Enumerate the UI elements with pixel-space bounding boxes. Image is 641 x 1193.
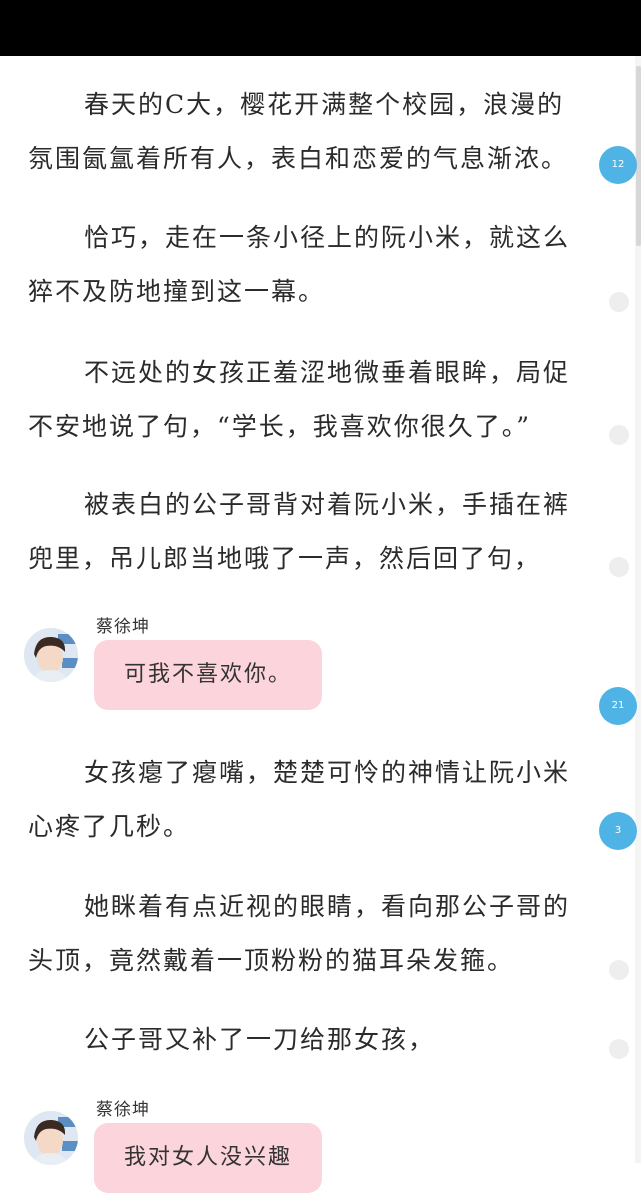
comment-dot[interactable]	[609, 960, 629, 980]
paragraph-1: 春天的C大，樱花开满整个校园，浪漫的氛围氤氲着所有人，表白和恋爱的气息渐浓。	[28, 90, 569, 173]
comment-dot[interactable]	[609, 1039, 629, 1059]
avatar-icon	[24, 628, 78, 682]
paragraph-5: 女孩瘪了瘪嘴，楚楚可怜的神情让阮小米心疼了几秒。	[28, 758, 571, 841]
paragraph-7: 公子哥又补了一刀给那女孩，	[84, 1025, 436, 1054]
avatar[interactable]	[24, 628, 78, 682]
avatar-icon	[24, 1111, 78, 1165]
comment-dot[interactable]	[609, 557, 629, 577]
avatar[interactable]	[24, 1111, 78, 1165]
speaker-name: 蔡徐坤	[96, 1100, 150, 1120]
paragraph-6: 她眯着有点近视的眼睛，看向那公子哥的头顶，竟然戴着一顶粉粉的猫耳朵发箍。	[28, 892, 571, 975]
paragraph-2: 恰巧，走在一条小径上的阮小米，就这么猝不及防地撞到这一幕。	[28, 223, 571, 306]
comment-count-badge[interactable]: 3	[599, 812, 637, 850]
status-bar	[0, 0, 641, 56]
message-bubble: 可我不喜欢你。	[94, 640, 323, 710]
paragraph-3: 不远处的女孩正羞涩地微垂着眼眸，局促不安地说了句，“学长，我喜欢你很久了。”	[28, 358, 571, 441]
comment-count-badge[interactable]: 21	[599, 687, 637, 725]
comment-dot[interactable]	[609, 425, 629, 445]
comment-dot[interactable]	[609, 292, 629, 312]
message-bubble: 我对女人没兴趣	[94, 1123, 323, 1193]
paragraph-4: 被表白的公子哥背对着阮小米，手插在裤兜里，吊儿郎当地哦了一声，然后回了句，	[28, 490, 571, 573]
scrollbar-thumb[interactable]	[636, 66, 641, 246]
comment-count-badge[interactable]: 12	[599, 146, 637, 184]
speaker-name: 蔡徐坤	[96, 617, 150, 637]
